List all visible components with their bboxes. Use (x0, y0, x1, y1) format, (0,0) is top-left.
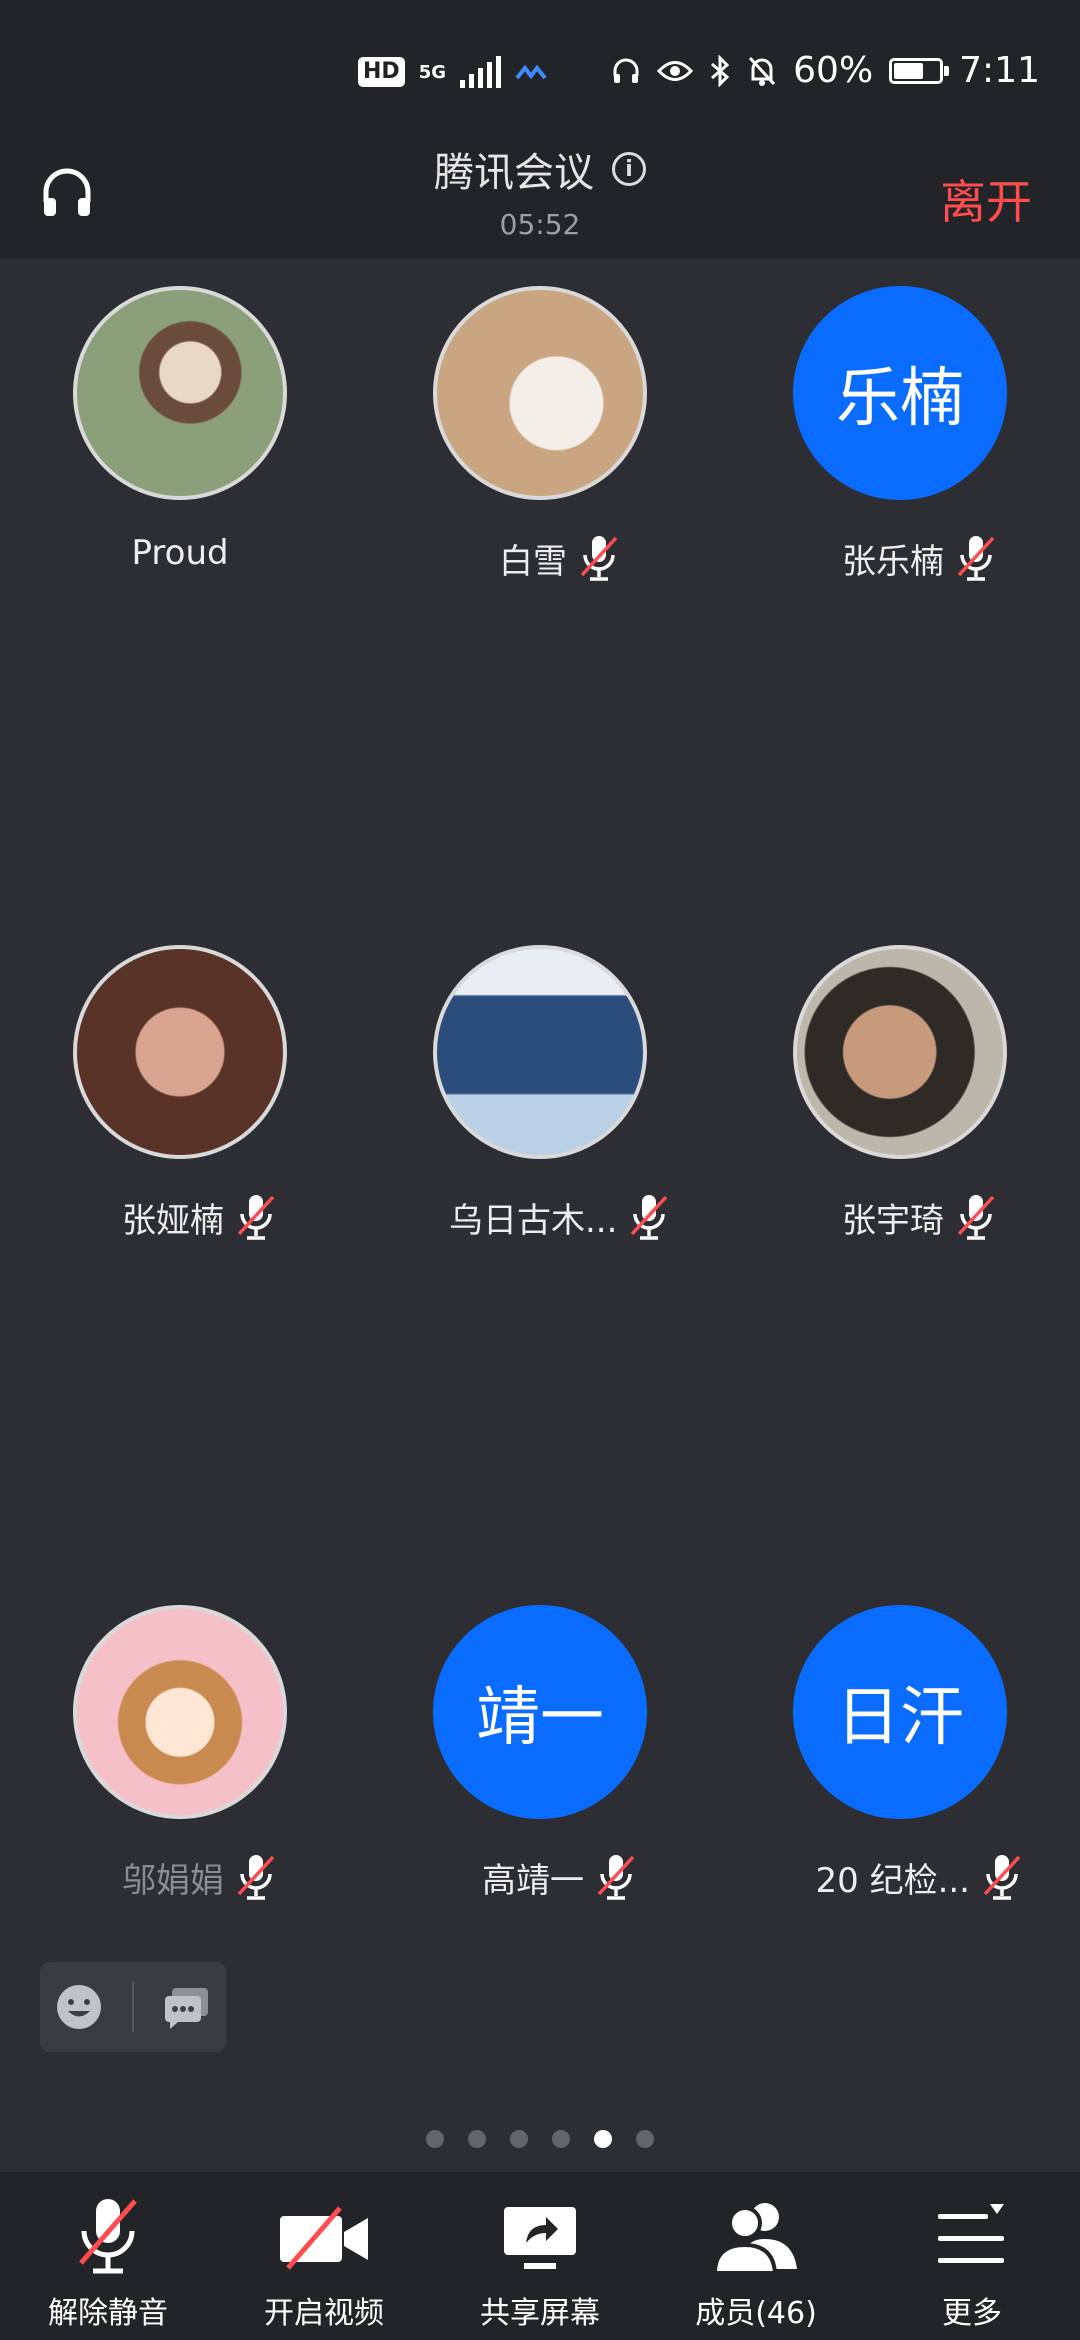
mic-muted-icon (237, 1855, 275, 1900)
more-button[interactable]: 更多 (872, 2172, 1072, 2340)
share-screen-icon (504, 2207, 576, 2269)
start-video-button[interactable]: 开启视频 (224, 2172, 424, 2340)
unmute-label: 解除静音 (48, 2296, 168, 2331)
page-dot[interactable] (552, 2130, 570, 2148)
emoji-icon[interactable] (54, 1982, 104, 2032)
participant-name: 张乐楠 (842, 541, 944, 582)
participant-name-row: 高靖一 (482, 1852, 638, 1902)
participant-avatar[interactable] (73, 1605, 287, 1819)
participant-name: Proud (131, 533, 229, 573)
meeting-title-row[interactable]: 腾讯会议 i (434, 140, 646, 198)
page-dot[interactable] (636, 2130, 654, 2148)
share-screen-button[interactable]: 共享屏幕 (440, 2172, 640, 2340)
page-dot[interactable] (510, 2130, 528, 2148)
unmute-button[interactable]: 解除静音 (8, 2172, 208, 2340)
members-label: 成员(46) (695, 2296, 817, 2331)
mic-muted-icon (580, 536, 618, 581)
mic-muted-icon (957, 1195, 995, 1240)
network-type: 5G (418, 61, 446, 83)
share-screen-label: 共享屏幕 (480, 2296, 600, 2331)
avatar-initials: 靖一 (476, 1681, 604, 1755)
participant-name-row: 张宇琦 (842, 1192, 998, 1242)
meeting-timer: 05:52 (499, 208, 581, 241)
members-icon (712, 2203, 797, 2275)
participant-avatar[interactable] (433, 286, 647, 500)
participant-name: 白雪 (499, 541, 567, 582)
reaction-bar (40, 1962, 226, 2052)
battery-icon (889, 57, 950, 84)
mic-muted-icon (957, 536, 995, 581)
page-dot[interactable] (468, 2130, 486, 2148)
status-bar: HD 5G 60% 7:11 (0, 0, 1080, 130)
bottom-toolbar: 解除静音 开启视频 共享屏幕 成员(46) 更多 (0, 2172, 1080, 2340)
battery-percent: 60% (793, 50, 874, 91)
avatar-initials: 日汗 (836, 1681, 964, 1755)
meeting-title: 腾讯会议 (434, 150, 594, 196)
participant-avatar[interactable] (793, 945, 1007, 1159)
start-video-label: 开启视频 (264, 2296, 384, 2331)
info-icon[interactable]: i (612, 152, 646, 186)
mic-muted-icon (597, 1855, 635, 1900)
participant-avatar[interactable]: 靖一 (433, 1605, 647, 1819)
participant-name-row: 邬娟娟 (122, 1852, 278, 1902)
participant-avatar[interactable]: 乐楠 (793, 286, 1007, 500)
participant-avatar[interactable]: 日汗 (793, 1605, 1007, 1819)
video-off-icon (280, 2206, 368, 2270)
eye-icon (657, 60, 694, 81)
bluetooth-icon (711, 54, 730, 87)
page-dot-active[interactable] (594, 2130, 612, 2148)
headset-status-icon (613, 58, 639, 83)
participant-avatar[interactable] (73, 945, 287, 1159)
participant-name-row: 张乐楠 (842, 533, 998, 583)
hd-badge: HD (358, 57, 405, 87)
avatar-initials: 乐楠 (836, 362, 964, 436)
mic-muted-icon (79, 2199, 137, 2274)
mic-muted-icon (631, 1195, 668, 1240)
participant-name-row: 白雪 (499, 533, 621, 583)
leave-button[interactable]: 离开 (940, 166, 1032, 232)
participant-name: 乌日古木... (449, 1200, 618, 1241)
chat-icon[interactable] (162, 1984, 212, 2030)
signal-icon (460, 56, 501, 88)
participant-avatar[interactable] (433, 945, 647, 1159)
page-dot[interactable] (426, 2130, 444, 2148)
meeting-header: 腾讯会议 i 05:52 离开 (0, 130, 1080, 258)
participant-name-row: 20 纪检... (816, 1852, 1025, 1902)
participant-name: 张娅楠 (122, 1200, 224, 1241)
participant-name-row: Proud (132, 533, 229, 573)
divider (132, 1982, 134, 2032)
more-label: 更多 (942, 2296, 1002, 2331)
participant-name: 张宇琦 (842, 1200, 944, 1241)
participant-name-row: 张娅楠 (122, 1192, 278, 1242)
participant-name: 邬娟娟 (122, 1860, 224, 1901)
bell-off-icon (749, 56, 776, 86)
members-button[interactable]: 成员(46) (656, 2172, 856, 2340)
mic-muted-icon (983, 1855, 1021, 1900)
more-menu-icon (938, 2204, 1004, 2263)
clock: 7:11 (959, 50, 1040, 91)
participant-name-row: 乌日古木... (449, 1192, 671, 1242)
page-indicator[interactable] (0, 2130, 1080, 2148)
participant-name: 高靖一 (482, 1860, 584, 1901)
participant-name: 20 纪检... (815, 1860, 971, 1901)
mic-muted-icon (237, 1195, 275, 1240)
wifi-assist-icon (515, 64, 547, 80)
participant-avatar[interactable] (73, 286, 287, 500)
